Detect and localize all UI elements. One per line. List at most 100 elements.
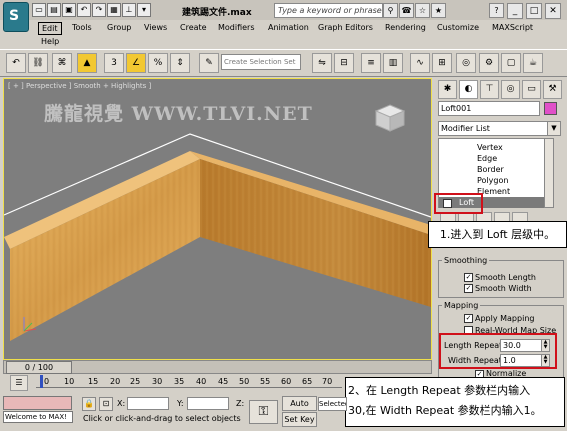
curve-editor-icon[interactable]: ∿: [410, 53, 430, 73]
minimize-button[interactable]: _: [507, 3, 523, 19]
mirror-icon[interactable]: ⇋: [312, 53, 332, 73]
help-icon[interactable]: ?: [489, 3, 504, 18]
auto-key-button[interactable]: Auto Key: [282, 396, 317, 421]
lock-selection-icon[interactable]: 🔒: [82, 397, 96, 411]
set-key-button[interactable]: Set Key: [282, 412, 317, 427]
named-selection-set-dropdown[interactable]: Create Selection Set: [221, 54, 301, 70]
menu-help[interactable]: Help: [38, 36, 62, 47]
select-object-icon[interactable]: ▲: [77, 53, 97, 73]
utilities-tab-icon[interactable]: ⚒: [543, 80, 562, 99]
tick-label: 55: [260, 377, 271, 386]
status-prompt: Click or click-and-drag to select object…: [83, 414, 241, 423]
open-folder-icon[interactable]: ▦: [107, 3, 121, 17]
undo-icon[interactable]: ↶: [77, 3, 91, 17]
star-icon[interactable]: ☆: [415, 3, 430, 18]
tick-label: 60: [281, 377, 292, 386]
smooth-length-checkbox[interactable]: ✓: [464, 273, 473, 282]
modify-tab-icon[interactable]: ◐: [459, 80, 478, 99]
open-file-icon[interactable]: ▤: [47, 3, 61, 17]
tick-label: 65: [302, 377, 313, 386]
tick-label: 70: [322, 377, 333, 386]
z-label: Z:: [236, 399, 245, 408]
bind-space-warp-icon[interactable]: ⌘: [52, 53, 72, 73]
tick-label: 50: [239, 377, 250, 386]
create-tab-icon[interactable]: ✱: [438, 80, 457, 99]
display-tab-icon[interactable]: ▭: [522, 80, 541, 99]
tick-label: 25: [130, 377, 141, 386]
menu-edit[interactable]: Edit: [38, 22, 62, 35]
favorites-icon[interactable]: ★: [431, 3, 446, 18]
smooth-width-checkbox[interactable]: ✓: [464, 284, 473, 293]
search-icon[interactable]: ⚲: [383, 3, 398, 18]
x-label: X:: [117, 399, 126, 408]
menu-rendering[interactable]: Rendering: [382, 22, 429, 33]
angle-snap-icon[interactable]: ∠: [126, 53, 146, 73]
align-icon[interactable]: ⊟: [334, 53, 354, 73]
redo-icon[interactable]: ↷: [92, 3, 106, 17]
save-file-icon[interactable]: ▣: [62, 3, 76, 17]
sub-object-vertex[interactable]: Vertex: [477, 143, 503, 152]
chevron-down-icon[interactable]: ▼: [547, 121, 561, 136]
menu-customize[interactable]: Customize: [434, 22, 482, 33]
search-input[interactable]: Type a keyword or phrase: [274, 3, 383, 18]
undo-button-icon[interactable]: ↶: [6, 53, 26, 73]
maximize-button[interactable]: □: [526, 3, 542, 19]
mini-curve-editor-icon[interactable]: ☰: [10, 375, 28, 391]
step2-callout: 2、在 Length Repeat 参数栏内输入 30,在 Width Repe…: [345, 377, 565, 427]
menu-modifiers[interactable]: Modifiers: [215, 22, 258, 33]
app-logo-icon[interactable]: S: [3, 2, 29, 32]
render-setup-icon[interactable]: ⚙: [479, 53, 499, 73]
sub-object-border[interactable]: Border: [477, 165, 504, 174]
graphite-tools-icon[interactable]: ▥: [383, 53, 403, 73]
maxscript-listener-input[interactable]: [3, 396, 72, 410]
y-label: Y:: [177, 399, 184, 408]
smoothing-title: Smoothing: [442, 256, 490, 265]
layer-manager-icon[interactable]: ≡: [361, 53, 381, 73]
y-coordinate-field[interactable]: [187, 397, 229, 410]
render-production-icon[interactable]: ☕: [523, 53, 543, 73]
maxscript-mini-listener[interactable]: Welcome to MAX!: [3, 411, 73, 423]
time-slider[interactable]: 0 / 100: [3, 360, 432, 374]
spinner-snap-icon[interactable]: ⇕: [170, 53, 190, 73]
communication-center-icon[interactable]: ☎: [399, 3, 414, 18]
window-title: 建筑踢文件.max: [182, 8, 252, 18]
new-file-icon[interactable]: ▭: [32, 3, 46, 17]
dropdown-icon[interactable]: ▾: [137, 3, 151, 17]
menu-group[interactable]: Group: [104, 22, 134, 33]
track-bar[interactable]: ☰ 0 10 15 20 25 30 35 40 45 50 55 60 65 …: [0, 373, 345, 393]
key-filter-selected-dropdown[interactable]: Selected: [318, 397, 347, 411]
key-icon[interactable]: ⚿: [249, 400, 278, 424]
menu-views[interactable]: Views: [141, 22, 170, 33]
select-link-icon[interactable]: ⛓: [28, 53, 48, 73]
menu-animation[interactable]: Animation: [265, 22, 312, 33]
tick-label: 40: [196, 377, 207, 386]
percent-snap-icon[interactable]: %: [148, 53, 168, 73]
menu-maxscript[interactable]: MAXScript: [489, 22, 536, 33]
perspective-viewport[interactable]: [ + ] Perspective ] Smooth + Highlights …: [3, 78, 432, 360]
close-button[interactable]: ✕: [545, 3, 561, 19]
motion-tab-icon[interactable]: ◎: [501, 80, 520, 99]
edit-named-selection-icon[interactable]: ✎: [199, 53, 219, 73]
object-color-swatch[interactable]: [544, 102, 557, 115]
pin-icon[interactable]: ⊥: [122, 3, 136, 17]
object-name-field[interactable]: Loft001: [438, 101, 540, 116]
stack-scrollbar[interactable]: [544, 138, 554, 208]
transform-mode-icon[interactable]: ⊡: [99, 397, 113, 411]
material-editor-icon[interactable]: ◎: [456, 53, 476, 73]
apply-mapping-checkbox[interactable]: ✓: [464, 314, 473, 323]
viewcube-icon[interactable]: [374, 103, 406, 133]
menu-tools[interactable]: Tools: [69, 22, 95, 33]
schematic-view-icon[interactable]: ⊞: [432, 53, 452, 73]
snap-toggle-icon[interactable]: 3: [104, 53, 124, 73]
tick-label: 30: [152, 377, 163, 386]
hierarchy-tab-icon[interactable]: ⊤: [480, 80, 499, 99]
modifier-list-dropdown[interactable]: Modifier List: [438, 121, 549, 136]
x-coordinate-field[interactable]: [127, 397, 169, 410]
menu-graph-editors[interactable]: Graph Editors: [315, 22, 376, 33]
menu-create[interactable]: Create: [177, 22, 210, 33]
sub-object-polygon[interactable]: Polygon: [477, 176, 508, 185]
rendered-frame-icon[interactable]: ▢: [501, 53, 521, 73]
sub-object-edge[interactable]: Edge: [477, 154, 497, 163]
ruler-line: [36, 387, 342, 388]
viewport-label[interactable]: [ + ] Perspective ] Smooth + Highlights …: [8, 82, 151, 90]
